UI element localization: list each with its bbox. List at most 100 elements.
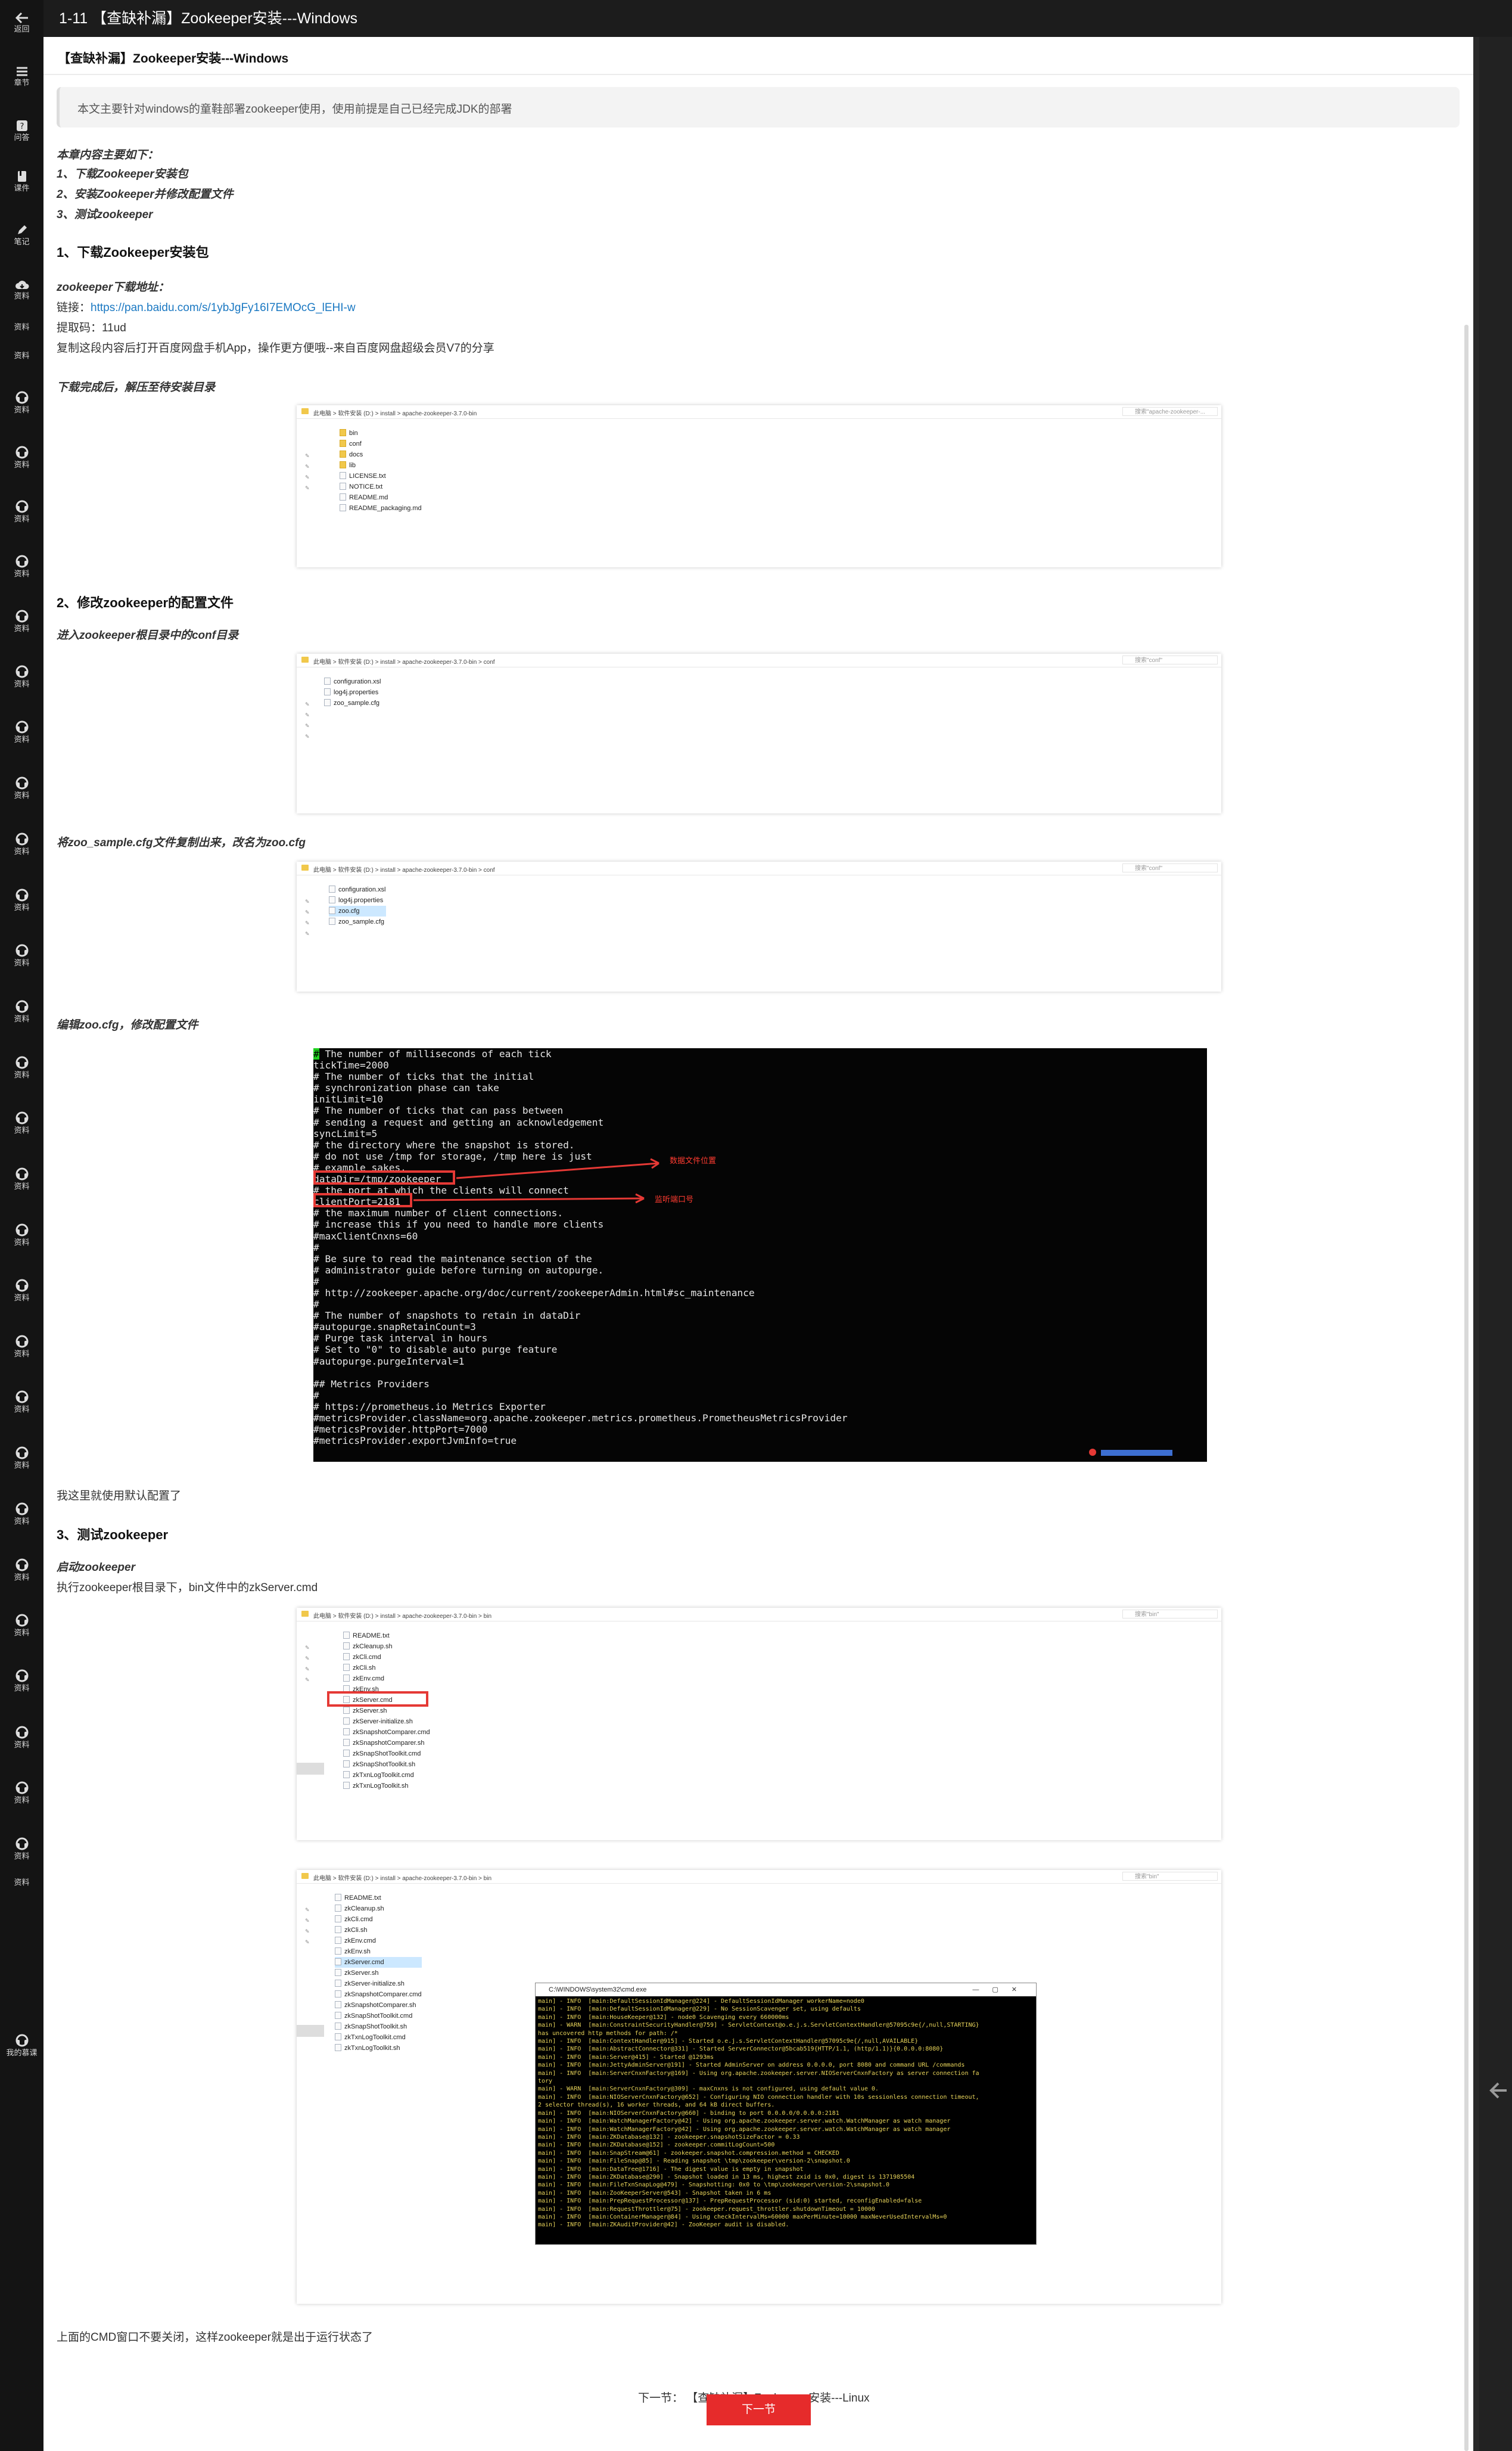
file-item[interactable]: zkCli.cmd	[335, 1914, 422, 1925]
file-item[interactable]: zkServer.cmd	[335, 1957, 422, 1968]
rail-item-24[interactable]: 资料	[0, 1334, 43, 1358]
rail-item-4[interactable]: 资料	[0, 279, 43, 300]
file-item[interactable]: zkSnapShotToolkit.sh	[343, 1759, 430, 1770]
rail-item-20[interactable]: 资料	[0, 1111, 43, 1135]
baidu-pan-link[interactable]: https://pan.baidu.com/s/1ybJgFy16I7EMOcG…	[91, 302, 356, 314]
headset-icon	[0, 943, 43, 958]
file-item[interactable]: zkTxnLogToolkit.cmd	[335, 2032, 422, 2043]
file-item[interactable]: zkSnapshotComparer.sh	[335, 2000, 422, 2011]
rail-item-22[interactable]: 资料	[0, 1223, 43, 1247]
file-item[interactable]: README.txt	[343, 1630, 430, 1641]
headset-icon	[0, 1502, 43, 1516]
file-item[interactable]: zkSnapshotComparer.cmd	[343, 1727, 430, 1738]
file-item[interactable]: zkCleanup.sh	[335, 1903, 422, 1914]
file-item[interactable]: lib	[340, 460, 422, 471]
rail-item-0[interactable]: 章节	[0, 66, 43, 87]
file-item[interactable]: zkServer-initialize.sh	[335, 1978, 422, 1989]
file-item[interactable]: conf	[340, 439, 422, 449]
cmd-log-line: main] - INFO [main:SnapStream@61] - zook…	[538, 2149, 839, 2157]
file-item[interactable]: NOTICE.txt	[340, 481, 422, 492]
rail-item-25[interactable]: 资料	[0, 1390, 43, 1414]
rail-item-28[interactable]: 资料	[0, 1558, 43, 1582]
file-item[interactable]: zkCli.sh	[343, 1663, 430, 1673]
rail-item-label: 资料	[14, 1628, 30, 1637]
rail-item-12[interactable]: 资料	[0, 664, 43, 688]
cmd-log-line: has uncovered http methods for path: /*	[538, 2030, 678, 2037]
file-item[interactable]: zkSnapShotToolkit.sh	[335, 2021, 422, 2032]
file-item[interactable]: zkCli.cmd	[343, 1652, 430, 1663]
file-item[interactable]: zoo.cfg	[329, 906, 386, 917]
file-item[interactable]: docs	[340, 449, 422, 460]
menu-icon	[0, 66, 43, 77]
pin-icon: ✎	[305, 1928, 310, 1934]
pin-icon: ✎	[305, 1918, 310, 1924]
file-name: bin	[349, 430, 358, 437]
file-item[interactable]: zkTxnLogToolkit.sh	[343, 1781, 430, 1791]
file-item[interactable]: README_packaging.md	[340, 503, 422, 514]
file-item[interactable]: bin	[340, 428, 422, 439]
rail-item-13[interactable]: 资料	[0, 720, 43, 744]
rail-item-8[interactable]: 资料	[0, 445, 43, 469]
file-item[interactable]: zkCleanup.sh	[343, 1641, 430, 1652]
file-item[interactable]: zkTxnLogToolkit.cmd	[343, 1770, 430, 1781]
file-item[interactable]: configuration.xsl	[329, 884, 386, 895]
file-item[interactable]: zkCli.sh	[335, 1925, 422, 1936]
file-item[interactable]: README.md	[340, 492, 422, 503]
rail-item-35[interactable]: 我的慕课	[0, 2033, 43, 2057]
file-item[interactable]: zkSnapShotToolkit.cmd	[335, 2011, 422, 2021]
rail-item-5[interactable]: 资料	[0, 322, 43, 331]
file-item[interactable]: zkEnv.sh	[335, 1946, 422, 1957]
file-item[interactable]: zoo_sample.cfg	[324, 698, 381, 709]
file-item[interactable]: zkSnapshotComparer.cmd	[335, 1989, 422, 2000]
rail-item-2[interactable]: 课件	[0, 170, 43, 192]
conf-dir-note: 进入zookeeper根目录中的conf目录	[57, 629, 239, 642]
rail-item-31[interactable]: 资料	[0, 1725, 43, 1749]
rail-item-3[interactable]: 笔记	[0, 223, 43, 246]
file-item[interactable]: configuration.xsl	[324, 676, 381, 687]
left-nav-rail: 返回 章节? 问答 课件 笔记 资料 资料 资料 资料 资料 资料 资料 资料 资料 资料 资料 资料 资料 资料…	[0, 0, 43, 2451]
rail-item-6[interactable]: 资料	[0, 350, 43, 360]
rail-item-21[interactable]: 资料	[0, 1167, 43, 1191]
rail-item-32[interactable]: 资料	[0, 1781, 43, 1804]
article-heading-bar: 【查缺补漏】Zookeeper安装---Windows	[43, 37, 1473, 75]
after-download-note: 下载完成后，解压至待安装目录	[57, 381, 216, 394]
file-item[interactable]: LICENSE.txt	[340, 471, 422, 481]
cmd-log-line: main] - INFO [main:ContainerManager@84] …	[538, 2213, 947, 2220]
rail-item-29[interactable]: 资料	[0, 1613, 43, 1637]
rail-item-17[interactable]: 资料	[0, 943, 43, 967]
file-item[interactable]: zkSnapshotComparer.sh	[343, 1738, 430, 1748]
rail-item-18[interactable]: 资料	[0, 999, 43, 1023]
file-icon	[324, 688, 331, 695]
file-item[interactable]: zoo_sample.cfg	[329, 917, 386, 927]
file-item[interactable]: zkEnv.cmd	[343, 1673, 430, 1684]
scrollbar-thumb[interactable]	[1464, 325, 1469, 2451]
file-item[interactable]: zkSnapShotToolkit.cmd	[343, 1748, 430, 1759]
back-button[interactable]: 返回	[0, 12, 43, 33]
rail-item-34[interactable]: 资料	[0, 1877, 43, 1887]
rail-item-1[interactable]: ? 问答	[0, 119, 43, 142]
rail-item-33[interactable]: 资料	[0, 1837, 43, 1860]
rail-item-26[interactable]: 资料	[0, 1446, 43, 1470]
file-item[interactable]: zkEnv.cmd	[335, 1936, 422, 1946]
rail-item-15[interactable]: 资料	[0, 832, 43, 856]
rail-item-19[interactable]: 资料	[0, 1055, 43, 1079]
file-item[interactable]: README.txt	[335, 1893, 422, 1903]
file-item[interactable]: log4j.properties	[329, 895, 386, 906]
file-item[interactable]: zkServer.sh	[335, 1968, 422, 1978]
rail-item-10[interactable]: 资料	[0, 554, 43, 578]
rail-item-16[interactable]: 资料	[0, 888, 43, 912]
rail-item-23[interactable]: 资料	[0, 1278, 43, 1302]
file-item[interactable]: zkServer-initialize.sh	[343, 1716, 430, 1727]
file-item[interactable]: zkServer.sh	[343, 1706, 430, 1716]
next-lesson-button[interactable]: 下一节	[707, 2394, 811, 2425]
rail-item-27[interactable]: 资料	[0, 1502, 43, 1526]
rail-item-14[interactable]: 资料	[0, 776, 43, 800]
headset-icon	[0, 832, 43, 846]
file-item[interactable]: log4j.properties	[324, 687, 381, 698]
floating-back-button[interactable]	[1488, 2080, 1509, 2104]
rail-item-9[interactable]: 资料	[0, 499, 43, 523]
rail-item-11[interactable]: 资料	[0, 609, 43, 633]
file-item[interactable]: zkTxnLogToolkit.sh	[335, 2043, 422, 2054]
rail-item-7[interactable]: 资料	[0, 390, 43, 414]
rail-item-30[interactable]: 资料	[0, 1669, 43, 1692]
